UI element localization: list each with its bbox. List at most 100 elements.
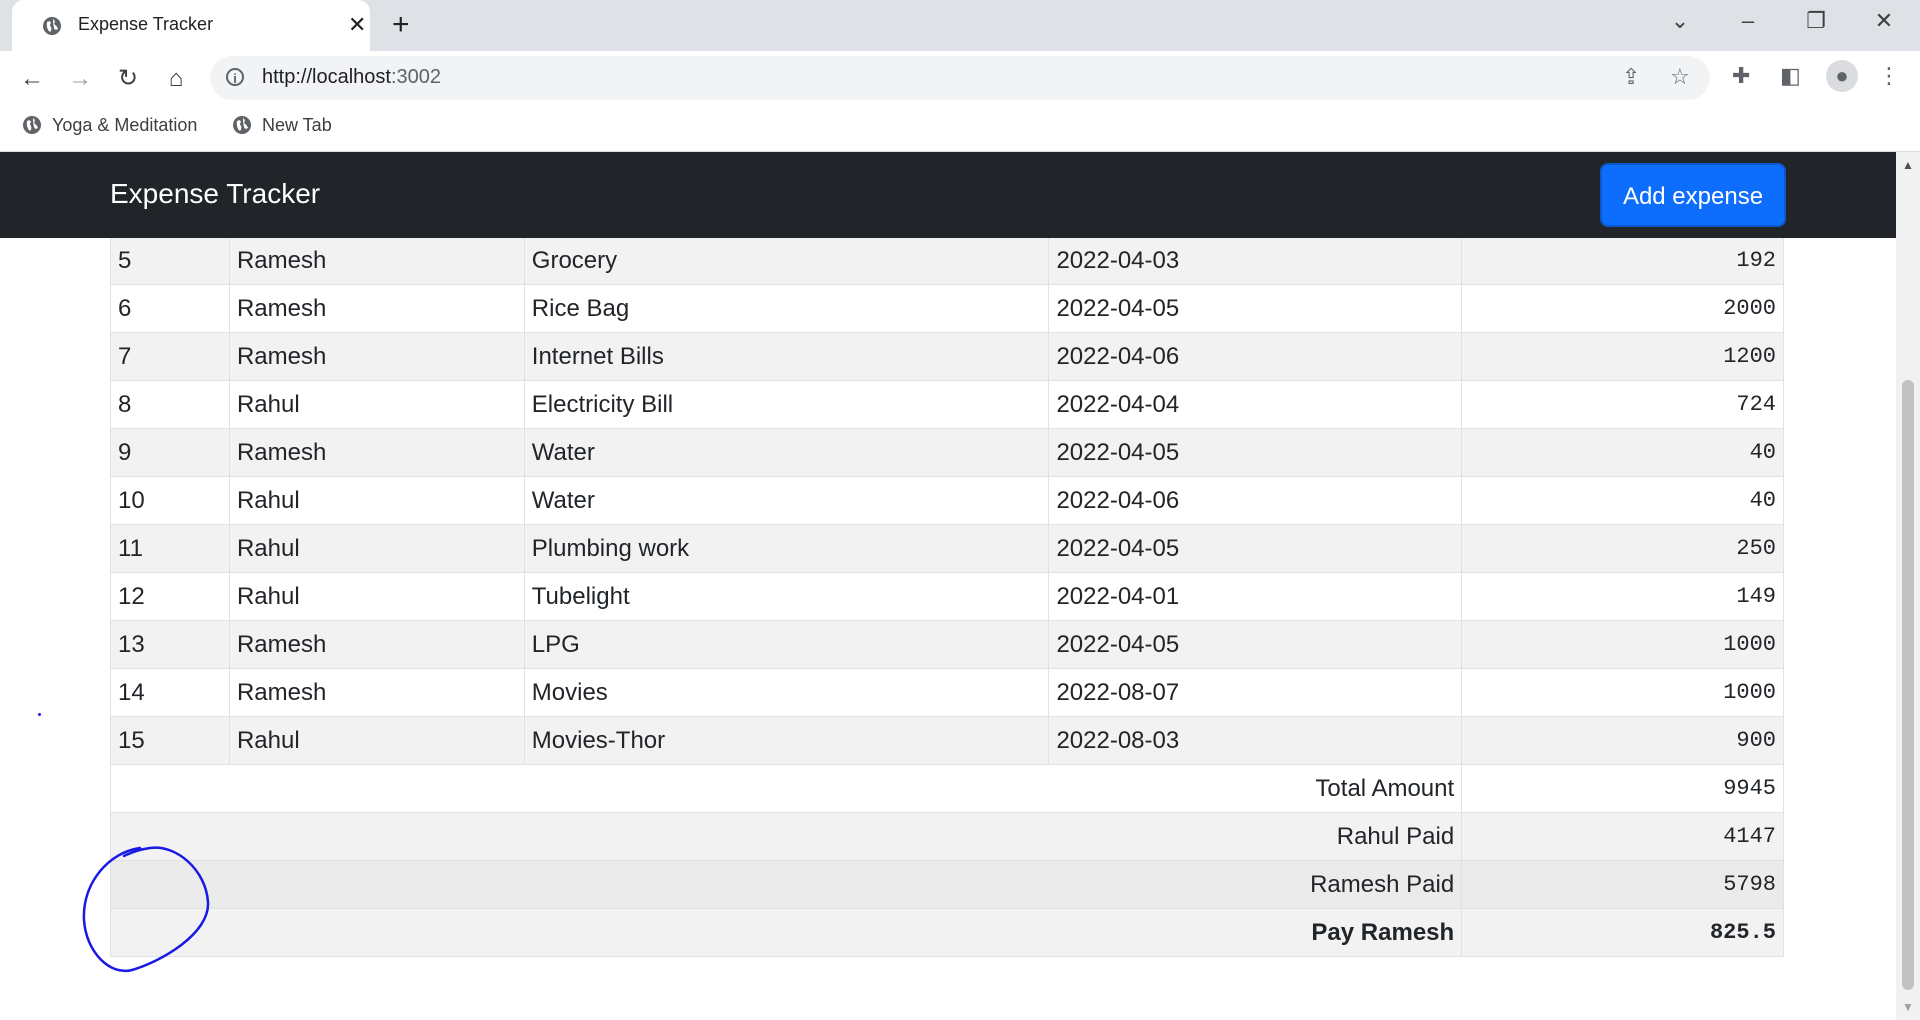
close-tab-icon[interactable]: ✕ (348, 12, 366, 38)
expense-payer: Ramesh (228, 620, 525, 669)
rahul-paid-value: 4147 (1461, 812, 1784, 861)
expense-item: Water (523, 428, 1050, 477)
bookmark-new-tab[interactable]: New Tab (232, 115, 332, 136)
expense-payer: Ramesh (228, 332, 525, 381)
expense-row: 8 Rahul Electricity Bill 2022-04-04 724 (110, 380, 1784, 429)
star-icon[interactable]: ☆ (1670, 64, 1690, 90)
expense-amount: 2000 (1461, 284, 1784, 333)
expense-id: 14 (110, 668, 230, 717)
expense-payer: Ramesh (228, 284, 525, 333)
share-icon[interactable]: ⇪ (1622, 64, 1640, 90)
expense-row: 12 Rahul Tubelight 2022-04-01 149 (110, 572, 1784, 621)
expense-date: 2022-04-03 (1048, 236, 1463, 285)
expense-amount: 40 (1461, 428, 1784, 477)
summary-row-pay: Pay Ramesh 825.5 (109, 908, 1784, 957)
expense-payer: Ramesh (228, 668, 525, 717)
expense-date: 2022-04-01 (1048, 572, 1463, 621)
back-icon[interactable]: ← (16, 63, 48, 95)
home-icon[interactable]: ⌂ (160, 63, 192, 95)
app-brand[interactable]: Expense Tracker (110, 178, 320, 210)
summary-row-rahul: Rahul Paid 4147 (109, 812, 1784, 861)
globe-icon (43, 17, 61, 35)
expense-row: 7 Ramesh Internet Bills 2022-04-06 1200 (110, 332, 1784, 381)
expense-payer: Rahul (228, 716, 525, 765)
expense-id: 13 (110, 620, 230, 669)
extensions-icon[interactable]: ✚ (1732, 63, 1750, 89)
expense-row: 5 Ramesh Grocery 2022-04-03 192 (110, 236, 1784, 285)
expense-id: 11 (110, 524, 230, 573)
annotation-dot (38, 713, 41, 716)
app-navbar: Expense Tracker Add expense (0, 152, 1896, 238)
bookmark-yoga[interactable]: Yoga & Meditation (22, 115, 197, 136)
expense-date: 2022-04-06 (1048, 476, 1463, 525)
url-port: :3002 (390, 66, 442, 88)
forward-icon[interactable]: → (64, 63, 96, 95)
expense-date: 2022-08-07 (1048, 668, 1463, 717)
side-panel-icon[interactable]: ◧ (1780, 63, 1801, 89)
globe-icon (233, 116, 251, 134)
pay-label: Pay Ramesh (109, 908, 1463, 957)
expense-amount: 724 (1461, 380, 1784, 429)
expense-id: 8 (110, 380, 230, 429)
expense-id: 15 (110, 716, 230, 765)
menu-kebab-icon[interactable]: ⋮ (1878, 63, 1900, 89)
profile-icon[interactable]: ● (1826, 60, 1858, 92)
new-tab-icon[interactable]: + (392, 8, 410, 42)
ramesh-paid-label: Ramesh Paid (109, 860, 1463, 909)
tab-search-icon[interactable]: ⌄ (1660, 8, 1700, 34)
reload-icon[interactable]: ↻ (112, 63, 144, 95)
expense-payer: Rahul (228, 476, 525, 525)
expense-date: 2022-04-05 (1048, 524, 1463, 573)
restore-icon[interactable]: ❐ (1796, 8, 1836, 34)
ramesh-paid-value: 5798 (1461, 860, 1784, 909)
expense-payer: Rahul (228, 524, 525, 573)
expense-amount: 1000 (1461, 668, 1784, 717)
bookmarks-bar: Yoga & Meditation New Tab (0, 105, 1920, 152)
address-bar[interactable]: i http://localhost:3002 ⇪ ☆ (210, 56, 1710, 100)
expense-payer: Ramesh (228, 236, 525, 285)
expense-item: Tubelight (523, 572, 1050, 621)
expense-amount: 149 (1461, 572, 1784, 621)
browser-tab[interactable]: Expense Tracker ✕ (12, 0, 370, 51)
expenses-table: 5 Ramesh Grocery 2022-04-03 192 6 Ramesh Rice B… (109, 236, 1784, 957)
expense-payer: Rahul (228, 380, 525, 429)
expense-amount: 250 (1461, 524, 1784, 573)
expense-row: 15 Rahul Movies-Thor 2022-08-03 900 (110, 716, 1784, 765)
page-scrollbar[interactable]: ▲ ▼ (1896, 152, 1920, 1020)
expense-row: 10 Rahul Water 2022-04-06 40 (110, 476, 1784, 525)
expense-item: Internet Bills (523, 332, 1050, 381)
window-close-icon[interactable]: ✕ (1864, 8, 1904, 34)
expense-payer: Ramesh (228, 428, 525, 477)
expense-row: 13 Ramesh LPG 2022-04-05 1000 (110, 620, 1784, 669)
expense-amount: 900 (1461, 716, 1784, 765)
minimize-icon[interactable]: – (1728, 8, 1768, 34)
page-viewport: Expense Tracker Add expense 5 Ramesh Groce… (0, 152, 1896, 1020)
scroll-thumb[interactable] (1902, 380, 1914, 990)
tab-title: Expense Tracker (78, 14, 214, 34)
expense-date: 2022-04-06 (1048, 332, 1463, 381)
site-info-icon[interactable]: i (226, 68, 244, 86)
expense-id: 12 (110, 572, 230, 621)
expense-id: 10 (110, 476, 230, 525)
expense-amount: 1000 (1461, 620, 1784, 669)
expense-id: 7 (110, 332, 230, 381)
expense-id: 9 (110, 428, 230, 477)
expense-row: 6 Ramesh Rice Bag 2022-04-05 2000 (110, 284, 1784, 333)
pay-value: 825.5 (1461, 908, 1784, 957)
summary-row-ramesh: Ramesh Paid 5798 (109, 860, 1784, 909)
expense-item: Plumbing work (523, 524, 1050, 573)
bookmark-label: New Tab (262, 115, 332, 135)
scroll-down-icon[interactable]: ▼ (1902, 1000, 1914, 1014)
expense-date: 2022-04-04 (1048, 380, 1463, 429)
scroll-up-icon[interactable]: ▲ (1902, 158, 1914, 172)
expense-item: Movies-Thor (523, 716, 1050, 765)
url-text[interactable]: http://localhost:3002 (262, 66, 441, 89)
expense-amount: 1200 (1461, 332, 1784, 381)
expense-item: Movies (523, 668, 1050, 717)
expense-amount: 40 (1461, 476, 1784, 525)
expense-item: Rice Bag (523, 284, 1050, 333)
expense-date: 2022-04-05 (1048, 428, 1463, 477)
add-expense-button[interactable]: Add expense (1600, 163, 1786, 227)
expense-date: 2022-04-05 (1048, 620, 1463, 669)
expense-id: 6 (110, 284, 230, 333)
